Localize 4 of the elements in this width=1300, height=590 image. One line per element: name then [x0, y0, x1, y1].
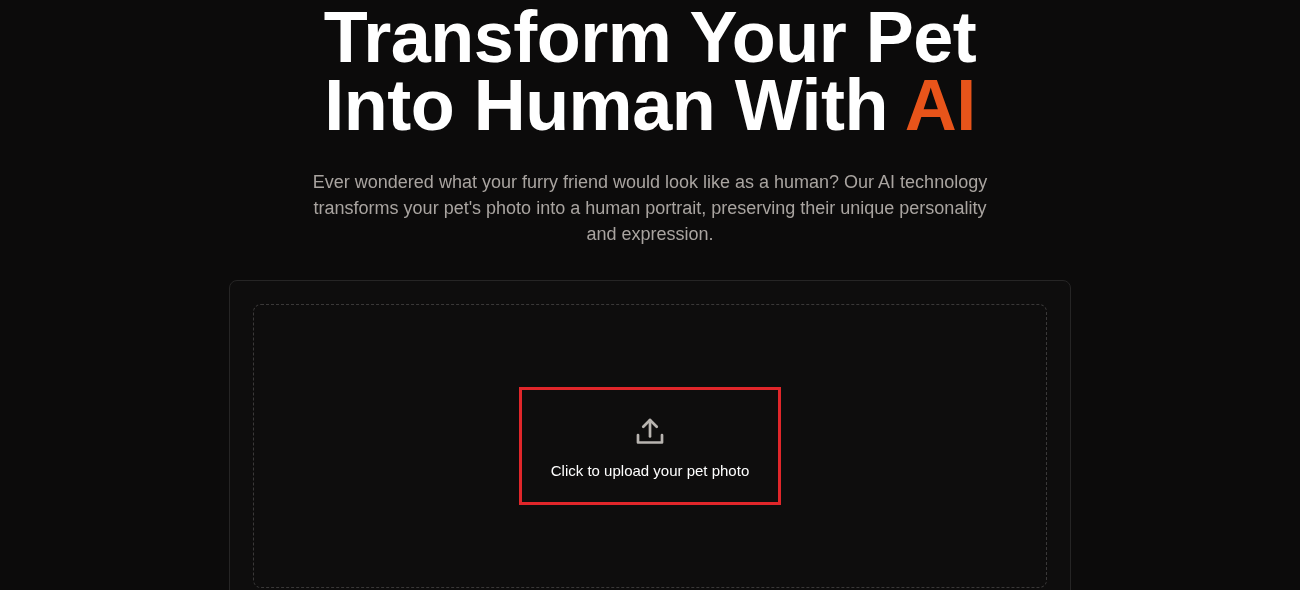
drop-zone[interactable]: Click to upload your pet photo — [253, 304, 1047, 588]
upload-prompt[interactable]: Click to upload your pet photo — [519, 387, 781, 505]
page-subtitle: Ever wondered what your furry friend would look like as a human? Our AI technology transforms your pet's photo into a human portrait, preserving their unique personality and expression. — [311, 171, 989, 246]
page-title: Transform Your Pet Into Human With AI — [323, 3, 977, 139]
